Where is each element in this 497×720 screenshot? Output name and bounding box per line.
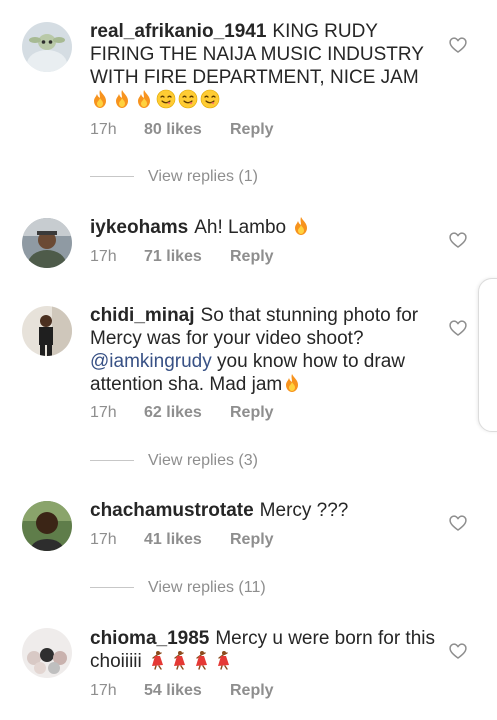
username[interactable]: real_afrikanio_1941 [90, 21, 266, 42]
reply-button[interactable]: Reply [230, 403, 274, 423]
username[interactable]: chachamustrotate [90, 500, 254, 521]
dancer-emoji [191, 650, 211, 670]
dancer-emoji [169, 650, 189, 670]
fire-emoji [90, 89, 110, 109]
avatar[interactable] [22, 628, 72, 678]
comment-text: chachamustrotate Mercy ??? [90, 500, 349, 521]
avatar[interactable] [22, 22, 72, 72]
dancer-emoji [147, 650, 167, 670]
username[interactable]: iykeohams [90, 217, 188, 238]
reply-button[interactable]: Reply [230, 120, 274, 140]
avatar[interactable] [22, 218, 72, 268]
comment-meta: 17h 71 likes Reply [90, 247, 274, 267]
face-savoring-food-emoji [178, 89, 198, 109]
likes-count[interactable]: 41 likes [144, 530, 230, 550]
heart-outline-icon[interactable] [448, 641, 468, 661]
fire-emoji [112, 89, 132, 109]
fire-emoji [282, 373, 302, 393]
face-savoring-food-emoji [200, 89, 220, 109]
comment-text: chioma_1985 Mercy u were born for this ch… [90, 628, 435, 672]
reply-button[interactable]: Reply [230, 247, 274, 267]
comment-meta: 17h 54 likes Reply [90, 681, 274, 701]
dancer-emoji [213, 650, 233, 670]
divider-line [90, 587, 134, 589]
face-savoring-food-emoji [156, 89, 176, 109]
view-replies-button[interactable]: View replies (3) [90, 451, 258, 471]
edge-panel-handle[interactable] [478, 278, 497, 432]
comment-time: 17h [90, 682, 117, 699]
view-replies-button[interactable]: View replies (1) [90, 167, 258, 187]
likes-count[interactable]: 80 likes [144, 120, 230, 140]
likes-count[interactable]: 62 likes [144, 403, 230, 423]
likes-count[interactable]: 54 likes [144, 681, 230, 701]
reply-button[interactable]: Reply [230, 681, 274, 701]
likes-count[interactable]: 71 likes [144, 247, 230, 267]
comment-text: chidi_minaj So that stunning photo for Me… [90, 305, 419, 395]
comment-meta: 17h 80 likes Reply [90, 120, 274, 140]
heart-outline-icon[interactable] [448, 318, 468, 338]
reply-button[interactable]: Reply [230, 530, 274, 550]
comment-text: iykeohams Ah! Lambo [90, 216, 435, 239]
avatar[interactable] [22, 501, 72, 551]
fire-emoji [291, 216, 311, 236]
heart-outline-icon[interactable] [448, 35, 468, 55]
heart-outline-icon[interactable] [448, 513, 468, 533]
mention-link[interactable]: @iamkingrudy [90, 351, 212, 372]
fire-emoji [134, 89, 154, 109]
comment-meta: 17h 62 likes Reply [90, 403, 274, 423]
username[interactable]: chidi_minaj [90, 305, 195, 326]
comment-time: 17h [90, 248, 117, 265]
divider-line [90, 460, 134, 462]
divider-line [90, 176, 134, 178]
comment-meta: 17h 41 likes Reply [90, 530, 274, 550]
heart-outline-icon[interactable] [448, 230, 468, 250]
avatar[interactable] [22, 306, 72, 356]
username[interactable]: chioma_1985 [90, 628, 209, 649]
comment-time: 17h [90, 531, 117, 548]
comment-text: real_afrikanio_1941 KING RUDY FIRING THE … [90, 20, 435, 112]
view-replies-button[interactable]: View replies (11) [90, 578, 266, 598]
comment-time: 17h [90, 404, 117, 421]
comment-time: 17h [90, 121, 117, 138]
